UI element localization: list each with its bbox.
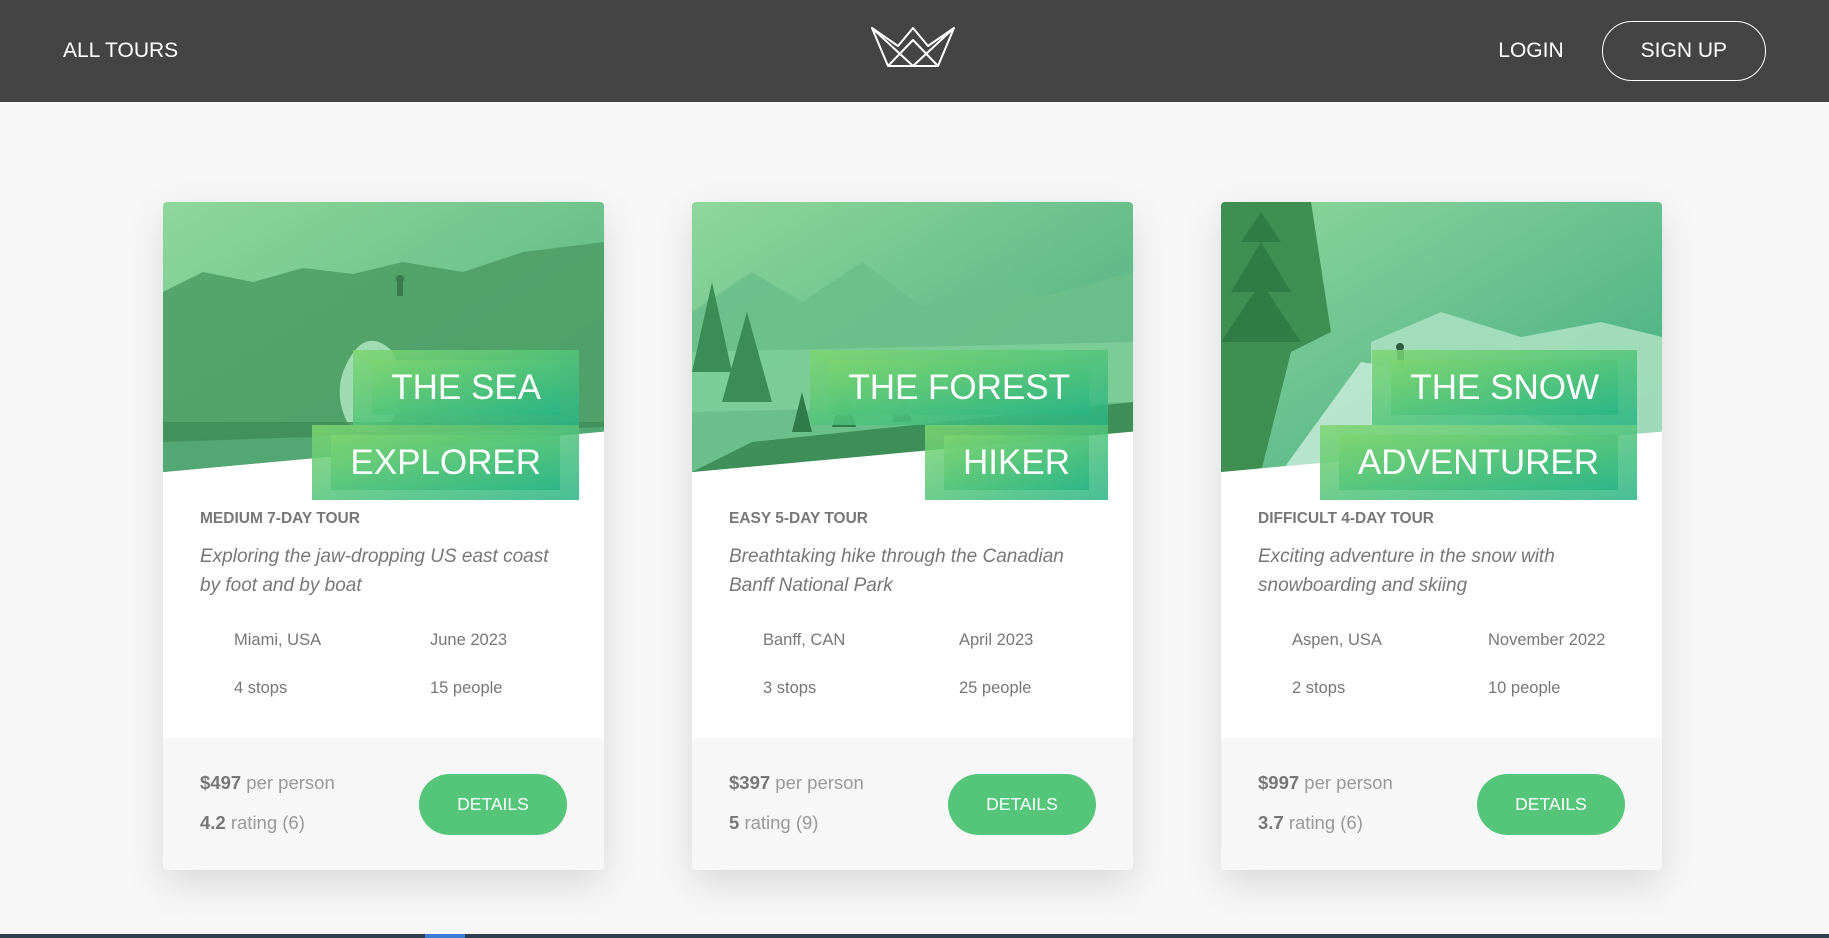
details-button[interactable]: DETAILS	[948, 774, 1096, 835]
tour-title: THE SNOW ADVENTURER	[1277, 350, 1637, 500]
tour-card-footer: $497 per person 4.2 rating (6) DETAILS	[163, 738, 604, 870]
tour-date: November 2022	[1488, 630, 1606, 649]
tour-details: Aspen, USA November 2022 2 stops 10 peop…	[1258, 631, 1625, 698]
tour-location: Banff, CAN	[763, 630, 846, 649]
tour-price: $397 per person	[729, 772, 864, 794]
tour-price: $997 per person	[1258, 772, 1393, 794]
crown-logo-icon[interactable]	[870, 24, 956, 72]
all-tours-link[interactable]: ALL TOURS	[63, 39, 178, 63]
signup-button[interactable]: SIGN UP	[1601, 21, 1766, 81]
bottom-border	[0, 934, 1829, 938]
tour-rating-value: 4.2	[200, 812, 226, 833]
tour-rating-suffix: rating (9)	[744, 812, 819, 833]
tour-stops: 4 stops	[234, 678, 288, 697]
tour-rating-value: 3.7	[1258, 812, 1284, 833]
tour-card-body: DIFFICULT 4-DAY TOUR Exciting adventure …	[1258, 510, 1625, 698]
tour-details: Miami, USA June 2023 4 stops 15 people	[200, 631, 567, 698]
tour-date: April 2023	[959, 630, 1034, 649]
tour-price-value: $497	[200, 772, 242, 793]
tour-rating: 4.2 rating (6)	[200, 812, 305, 834]
tour-rating: 3.7 rating (6)	[1258, 812, 1363, 834]
tour-card-footer: $397 per person 5 rating (9) DETAILS	[692, 738, 1133, 870]
tour-card: THE SNOW ADVENTURER DIFFICULT 4-DAY TOUR…	[1221, 202, 1662, 870]
tour-title: THE SEA EXPLORER	[219, 350, 579, 500]
tour-price-suffix: per person	[1304, 772, 1393, 793]
tour-price-suffix: per person	[775, 772, 864, 793]
tour-card-body: EASY 5-DAY TOUR Breathtaking hike throug…	[729, 510, 1096, 698]
tour-difficulty: MEDIUM 7-DAY TOUR	[200, 510, 360, 527]
tour-title-line2: ADVENTURER	[1338, 435, 1618, 490]
tour-stops: 3 stops	[763, 678, 817, 697]
tour-title-line2: EXPLORER	[331, 435, 560, 490]
tour-price-value: $397	[729, 772, 771, 793]
tour-rating-suffix: rating (6)	[230, 812, 305, 833]
tour-group-size: 15 people	[430, 678, 503, 697]
tour-title-line1: THE FOREST	[829, 360, 1089, 415]
tour-price-suffix: per person	[246, 772, 335, 793]
tour-difficulty: EASY 5-DAY TOUR	[729, 510, 868, 527]
tour-difficulty: DIFFICULT 4-DAY TOUR	[1258, 510, 1434, 527]
tour-rating: 5 rating (9)	[729, 812, 818, 834]
tour-card-footer: $997 per person 3.7 rating (6) DETAILS	[1221, 738, 1662, 870]
tour-title: THE FOREST HIKER	[748, 350, 1108, 500]
tour-summary: Breathtaking hike through the Canadian B…	[729, 546, 1064, 597]
tour-location: Aspen, USA	[1292, 630, 1382, 649]
tour-card: THE FOREST HIKER EASY 5-DAY TOUR Breatht…	[692, 202, 1133, 870]
tour-price-value: $997	[1258, 772, 1300, 793]
tour-rating-suffix: rating (6)	[1288, 812, 1363, 833]
tour-title-line2: HIKER	[944, 435, 1089, 490]
tour-summary: Exploring the jaw-dropping US east coast…	[200, 546, 549, 597]
tour-stops: 2 stops	[1292, 678, 1346, 697]
tour-summary: Exciting adventure in the snow with snow…	[1258, 546, 1555, 597]
tour-price: $497 per person	[200, 772, 335, 794]
bottom-accent-mark	[425, 934, 465, 938]
login-link[interactable]: LOGIN	[1498, 39, 1563, 63]
tour-location: Miami, USA	[234, 630, 322, 649]
tour-card-body: MEDIUM 7-DAY TOUR Exploring the jaw-drop…	[200, 510, 567, 698]
tour-date: June 2023	[430, 630, 508, 649]
tour-rating-value: 5	[729, 812, 740, 833]
tour-card: THE SEA EXPLORER MEDIUM 7-DAY TOUR Explo…	[163, 202, 604, 870]
tour-title-line1: THE SEA	[372, 360, 560, 415]
tour-details: Banff, CAN April 2023 3 stops 25 people	[729, 631, 1096, 698]
header-auth-group: LOGIN SIGN UP	[1498, 21, 1766, 81]
top-nav-bar: ALL TOURS LOGIN SIGN UP	[0, 0, 1829, 102]
details-button[interactable]: DETAILS	[1477, 774, 1625, 835]
tour-title-line1: THE SNOW	[1391, 360, 1618, 415]
details-button[interactable]: DETAILS	[419, 774, 567, 835]
tour-group-size: 25 people	[959, 678, 1032, 697]
tour-group-size: 10 people	[1488, 678, 1561, 697]
